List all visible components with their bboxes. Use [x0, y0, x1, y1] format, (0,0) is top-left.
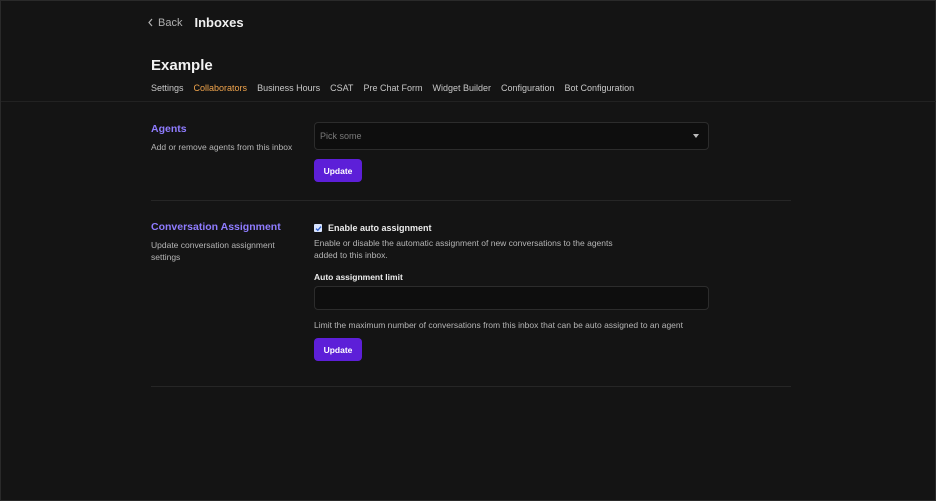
back-button[interactable]: Back [147, 17, 182, 29]
tabs-divider [1, 101, 936, 102]
auto-assignment-help: Enable or disable the automatic assignme… [314, 238, 613, 260]
settings-page: Back Inboxes Example Settings Collaborat… [0, 0, 936, 501]
tab-collaborators[interactable]: Collaborators [193, 83, 248, 102]
agents-section-title: Agents [151, 123, 187, 135]
tab-pre-chat-form[interactable]: Pre Chat Form [363, 83, 422, 102]
checkmark-icon [315, 225, 321, 231]
page-title: Example [151, 57, 213, 74]
agents-section-description: Add or remove agents from this inbox [151, 142, 293, 152]
page-header: Back Inboxes [147, 15, 244, 30]
tab-bar: Settings Collaborators Business Hours CS… [151, 83, 634, 102]
tab-business-hours[interactable]: Business Hours [257, 83, 320, 102]
agents-select[interactable]: Pick some [314, 122, 709, 150]
header-title: Inboxes [194, 15, 244, 30]
auto-assignment-label: Enable auto assignment [328, 223, 432, 233]
auto-assignment-checkbox[interactable] [314, 224, 322, 232]
back-label: Back [158, 16, 183, 29]
auto-assignment-limit-help: Limit the maximum number of conversation… [314, 320, 684, 330]
section-divider [151, 200, 791, 201]
agents-update-button[interactable]: Update [314, 159, 362, 182]
tab-widget-builder[interactable]: Widget Builder [432, 83, 491, 102]
tab-csat[interactable]: CSAT [330, 83, 353, 102]
section-divider [151, 386, 791, 387]
agents-select-placeholder: Pick some [320, 131, 362, 141]
caret-down-icon [693, 134, 699, 138]
auto-assignment-row: Enable auto assignment [314, 223, 432, 233]
auto-assignment-limit-label: Auto assignment limit [314, 272, 403, 282]
tab-configuration[interactable]: Configuration [501, 83, 555, 102]
tab-bot-configuration[interactable]: Bot Configuration [565, 83, 635, 102]
assignment-section-title: Conversation Assignment [151, 221, 281, 233]
assignment-section-description: Update conversation assignment settings [151, 240, 275, 262]
assignment-update-button[interactable]: Update [314, 338, 362, 361]
chevron-left-icon [148, 18, 153, 27]
tab-settings[interactable]: Settings [151, 83, 184, 102]
auto-assignment-limit-input[interactable] [314, 286, 709, 310]
